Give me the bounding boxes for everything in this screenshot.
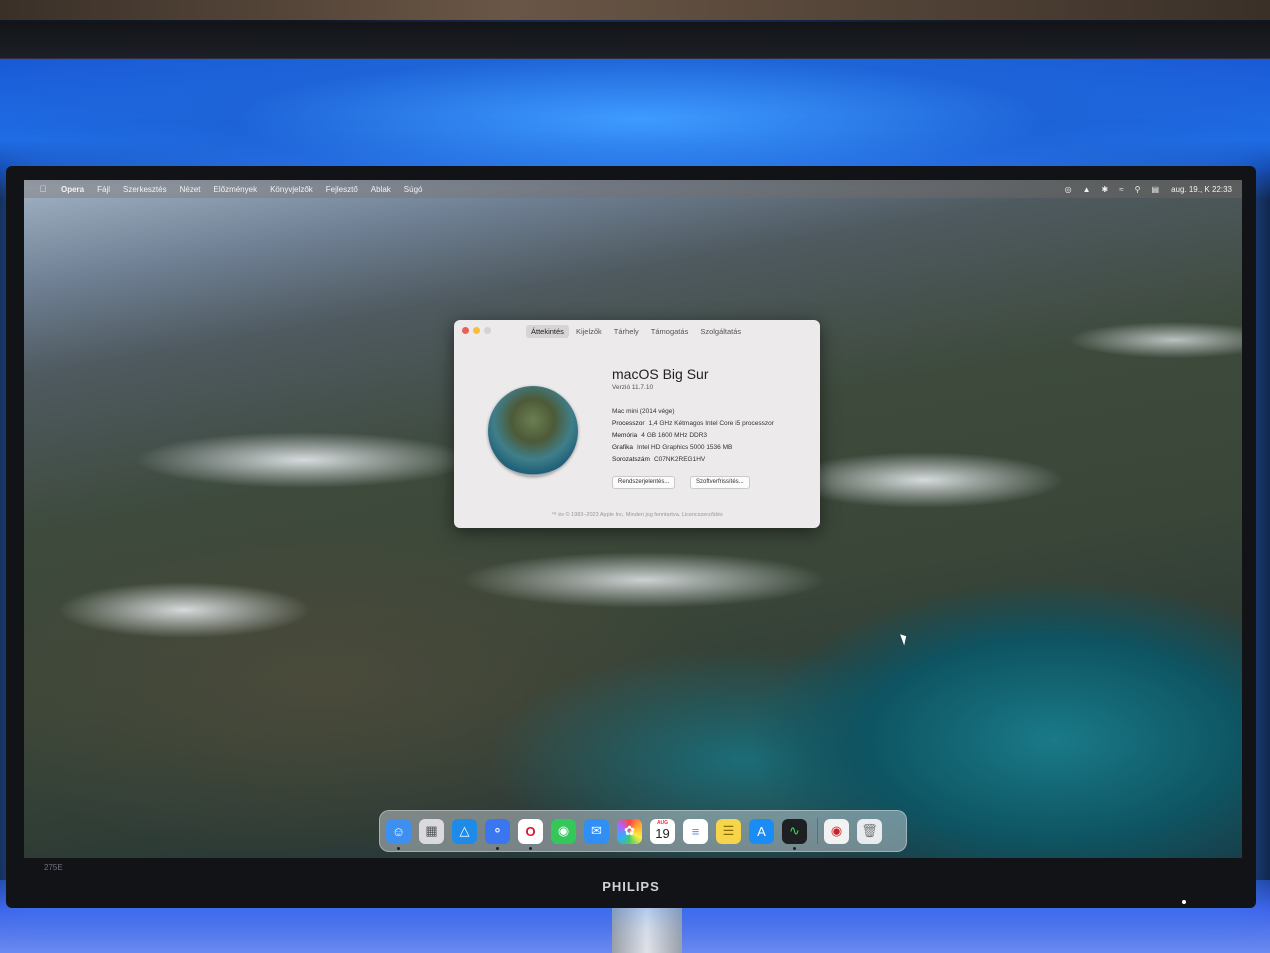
menu-item-developer[interactable]: Fejlesztő — [326, 185, 358, 194]
macos-big-sur-logo — [488, 386, 578, 476]
play-icon[interactable]: ◎ — [1065, 185, 1072, 194]
os-name: macOS Big Sur — [612, 366, 709, 382]
zoom-button[interactable] — [484, 327, 491, 334]
tab-service[interactable]: Szolgáltatás — [695, 325, 746, 338]
power-led — [1182, 900, 1186, 904]
spec-key: Memória — [612, 432, 638, 439]
mouse-cursor — [900, 632, 909, 646]
system-report-button[interactable]: Rendszerjelentés... — [612, 476, 676, 489]
affinity-icon[interactable]: △ — [452, 818, 477, 844]
software-update-button[interactable]: Szoftverfrissítés... — [690, 476, 750, 489]
spec-graphics: Grafika Intel HD Graphics 5000 1536 MB — [612, 444, 732, 451]
menu-item-view[interactable]: Nézet — [180, 185, 201, 194]
spec-processor: Processzor 1,4 GHz Kétmagos Intel Core i5… — [612, 420, 774, 427]
running-indicator — [793, 846, 796, 850]
trash-icon[interactable]: 🗑 — [857, 818, 882, 844]
window-controls — [462, 327, 495, 334]
menu-app-name[interactable]: Opera — [61, 185, 84, 194]
monitor-model: 275E — [44, 863, 63, 872]
menu-item-edit[interactable]: Szerkesztés — [123, 185, 167, 194]
photos-icon[interactable]: ✿ — [617, 818, 642, 844]
dock-separator — [817, 818, 818, 844]
opera-installer-icon[interactable]: ◉ — [824, 818, 849, 844]
status-area: ◎ ▲ ✱ ≈ ⚲ ▤ aug. 19., K 22:33 — [1054, 180, 1232, 198]
wifi-icon[interactable]: ≈ — [1119, 185, 1123, 194]
spec-value: 4 GB 1600 MHz DDR3 — [641, 432, 708, 439]
desktop-screen:  Opera Fájl Szerkesztés Nézet Előzménye… — [24, 180, 1242, 858]
tab-storage[interactable]: Tárhely — [609, 325, 644, 338]
menu-item-window[interactable]: Ablak — [371, 185, 391, 194]
apple-menu-icon[interactable]:  — [38, 184, 48, 194]
search-icon[interactable]: ⚲ — [1135, 185, 1141, 194]
spec-value: C07NK2REG1HV — [653, 456, 706, 463]
menu-item-help[interactable]: Súgó — [404, 185, 423, 194]
menu-item-bookmarks[interactable]: Könyvjelzők — [270, 185, 313, 194]
os-name-bold: Big Sur — [662, 366, 709, 382]
tab-overview[interactable]: Áttekintés — [526, 325, 569, 338]
mac-model: Mac mini (2014 vége) — [612, 408, 675, 415]
running-indicator — [529, 846, 532, 850]
tab-displays[interactable]: Kijelzők — [571, 325, 607, 338]
minimize-button[interactable] — [473, 327, 480, 334]
spec-value: Intel HD Graphics 5000 1536 MB — [636, 444, 733, 451]
os-version: Verzió 11.7.10 — [612, 384, 654, 391]
spec-value: 1,4 GHz Kétmagos Intel Core i5 processzo… — [648, 420, 774, 427]
menu-item-file[interactable]: Fájl — [97, 185, 110, 194]
reminders-icon[interactable]: ≡ — [683, 818, 708, 844]
running-indicator — [496, 846, 499, 850]
spec-serial: Sorozatszám C07NK2REG1HV — [612, 456, 705, 463]
dock: ☺ ▦ △ ⚬ O ◉ ✉ ✿ AUG 19 ≡ ☰ A ∿ ◉ 🗑 — [379, 810, 907, 852]
menu-bar:  Opera Fájl Szerkesztés Nézet Előzménye… — [24, 180, 1242, 198]
spec-key: Sorozatszám — [612, 456, 650, 463]
calendar-icon[interactable]: AUG 19 — [650, 818, 675, 844]
monitor: 275E PHILIPS  Opera Fájl Szerkesztés Né… — [6, 166, 1256, 908]
tab-support[interactable]: Támogatás — [646, 325, 694, 338]
finder-icon[interactable]: ☺ — [386, 818, 411, 850]
monitor-brand: PHILIPS — [602, 879, 660, 894]
notes-icon[interactable]: ☰ — [716, 818, 741, 844]
app-store-icon[interactable]: A — [749, 818, 774, 844]
mail-icon[interactable]: ✉ — [584, 818, 609, 844]
airplay-icon[interactable]: ▲ — [1083, 185, 1091, 194]
control-center-icon[interactable]: ▤ — [1152, 185, 1160, 194]
messages-icon[interactable]: ◉ — [551, 818, 576, 844]
signal-icon[interactable]: ⚬ — [485, 818, 510, 850]
activity-monitor-icon[interactable]: ∿ — [782, 818, 807, 850]
about-this-mac-window: Áttekintés Kijelzők Tárhely Támogatás Sz… — [454, 320, 820, 528]
spec-memory: Memória 4 GB 1600 MHz DDR3 — [612, 432, 707, 439]
tab-bar: Áttekintés Kijelzők Tárhely Támogatás Sz… — [526, 325, 748, 338]
copyright-text: ™ és © 1983–2023 Apple Inc. Minden jog f… — [551, 512, 723, 518]
running-indicator — [397, 846, 400, 850]
opera-icon[interactable]: O — [518, 818, 543, 850]
spec-key: Grafika — [612, 444, 633, 451]
menu-clock[interactable]: aug. 19., K 22:33 — [1171, 185, 1232, 194]
spec-key: Processzor — [612, 420, 645, 427]
launchpad-icon[interactable]: ▦ — [419, 818, 444, 844]
calendar-day: 19 — [655, 826, 670, 841]
calendar-month: AUG — [656, 819, 669, 826]
os-name-light: macOS — [612, 366, 659, 382]
upper-monitor-bezel — [0, 22, 1270, 59]
close-button[interactable] — [462, 327, 469, 334]
menu-item-history[interactable]: Előzmények — [214, 185, 258, 194]
shelf — [0, 0, 1270, 20]
bluetooth-icon[interactable]: ✱ — [1102, 185, 1109, 194]
